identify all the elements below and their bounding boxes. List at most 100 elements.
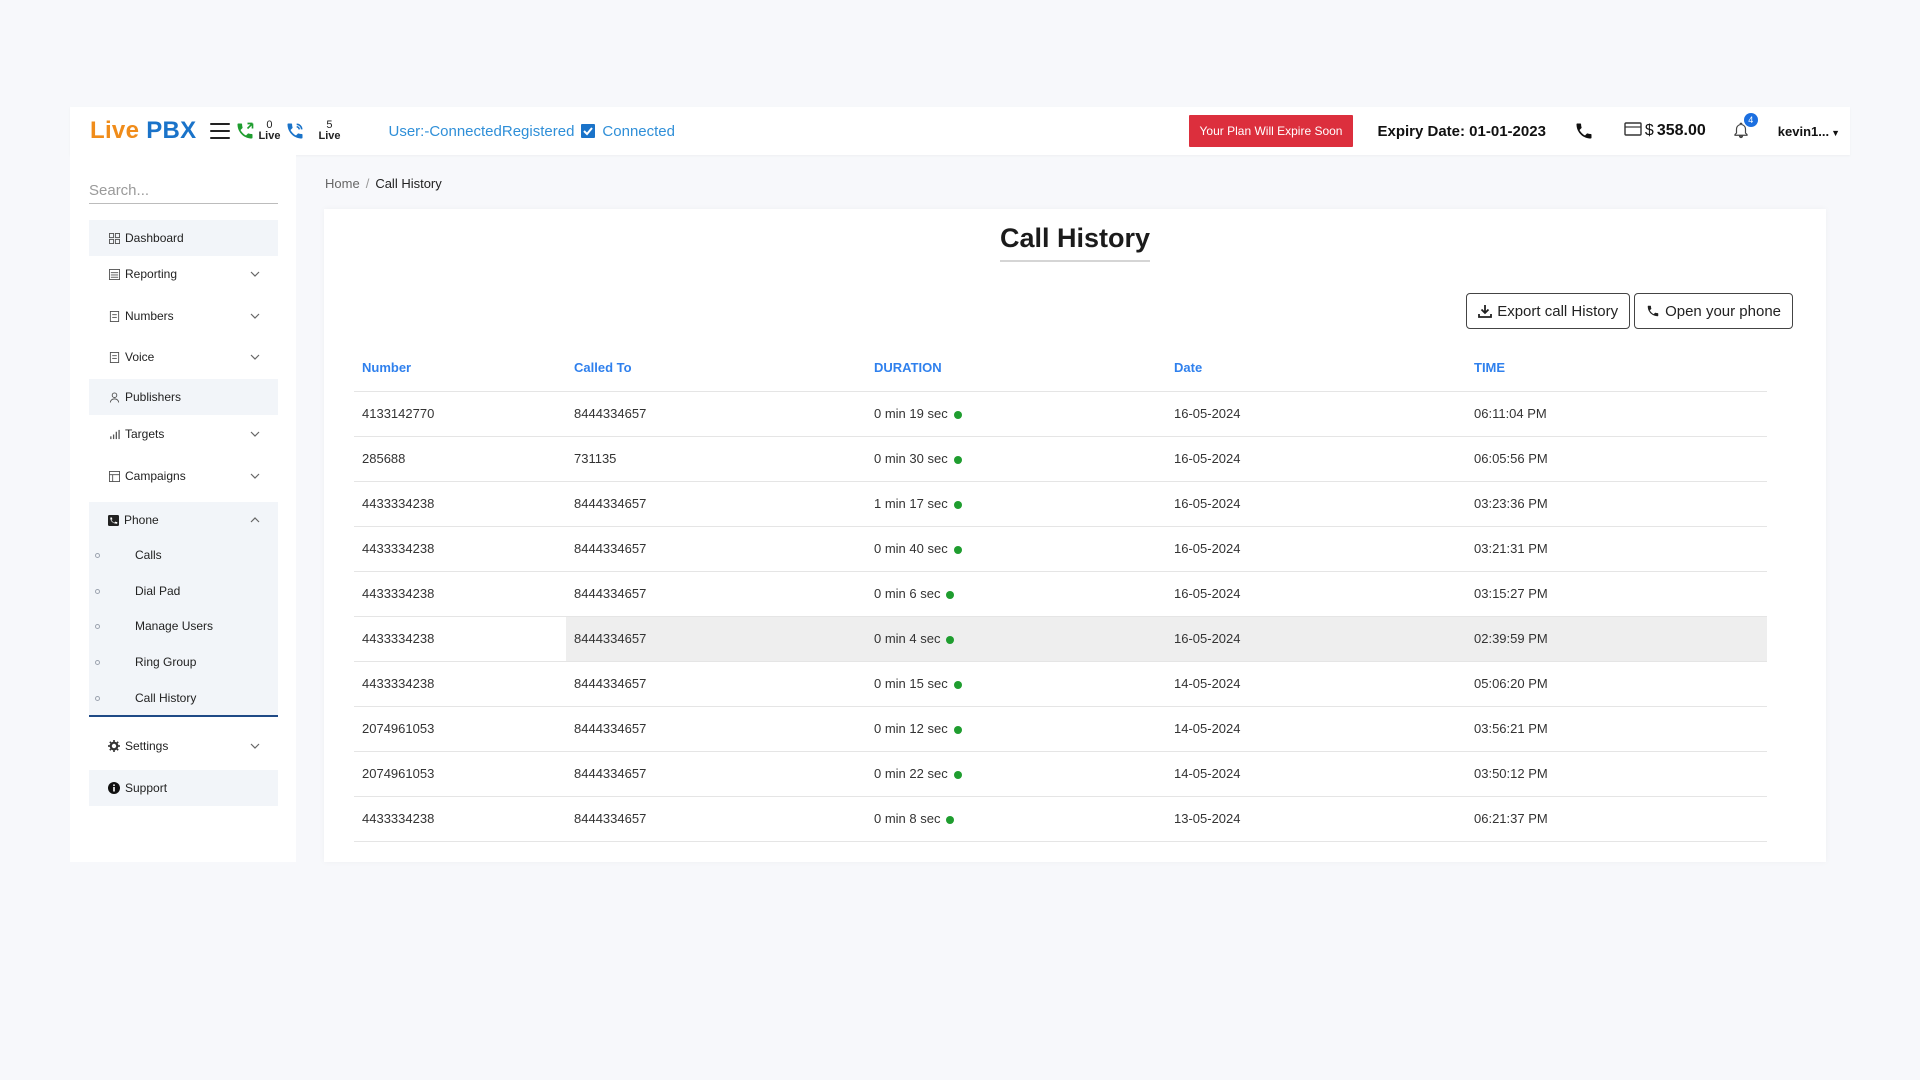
status-dot-icon: [953, 500, 962, 509]
export-call-history-button[interactable]: Export call History: [1466, 293, 1631, 329]
search-input[interactable]: [89, 178, 278, 204]
chevron-down-icon: [250, 269, 260, 279]
cell-called-to: 8444334657: [566, 706, 866, 752]
cell-date: 16-05-2024: [1166, 391, 1466, 437]
cell-time: 06:11:04 PM: [1466, 391, 1767, 437]
wallet-balance[interactable]: $ 358.00: [1624, 121, 1706, 142]
chevron-down-icon: [250, 311, 260, 321]
page-title: Call History: [324, 223, 1826, 262]
sidebar-item-voice[interactable]: Voice: [89, 339, 278, 375]
incoming-call-icon[interactable]: [234, 120, 256, 142]
cell-called-to: 8444334657: [566, 616, 866, 662]
breadcrumb-home[interactable]: Home: [325, 176, 360, 191]
duration-text: 0 min 19 sec: [874, 406, 948, 421]
phone-icon: [1646, 304, 1660, 318]
table-row[interactable]: 4433334238 8444334657 0 min 4 sec 16-05-…: [354, 616, 1767, 662]
duration-text: 0 min 30 sec: [874, 451, 948, 466]
sidebar-item-reporting[interactable]: Reporting: [89, 256, 278, 292]
table-row[interactable]: 4433334238 8444334657 1 min 17 sec 16-05…: [354, 481, 1767, 527]
checkbox-checked-icon: [580, 123, 596, 139]
sidebar-item-label: Phone: [124, 513, 159, 527]
cell-called-to: 731135: [566, 436, 866, 482]
table-row[interactable]: 4433334238 8444334657 0 min 15 sec 14-05…: [354, 661, 1767, 707]
balance-amount: 358.00: [1656, 122, 1706, 139]
submenu-item-calls[interactable]: Calls: [89, 540, 278, 570]
top-bar: Live PBX 0 Live 5 Live User:-ConnectedRe…: [70, 107, 1850, 155]
submenu-label: Ring Group: [135, 655, 197, 669]
cell-number: 4433334238: [354, 571, 566, 617]
call-history-card: Call History Export call History Open yo…: [324, 209, 1826, 862]
sidebar-item-targets[interactable]: Targets: [89, 416, 278, 452]
phone-icon[interactable]: [1574, 121, 1594, 141]
status-dot-icon: [953, 770, 962, 779]
chevron-down-icon: [250, 429, 260, 439]
phone-submenu: Calls Dial Pad Manage Users Ring Group C…: [89, 538, 278, 717]
cell-number: 4133142770: [354, 391, 566, 437]
caret-down-icon: ▼: [1831, 127, 1840, 138]
live-outgoing-count: 5 Live: [318, 120, 340, 142]
app-logo[interactable]: Live PBX: [90, 117, 196, 145]
grid-icon: [108, 232, 120, 244]
plan-expire-button[interactable]: Your Plan Will Expire Soon: [1188, 115, 1354, 147]
chevron-down-icon: [250, 471, 260, 481]
cell-date: 16-05-2024: [1166, 526, 1466, 572]
duration-text: 0 min 22 sec: [874, 766, 948, 781]
table-row[interactable]: 4433334238 8444334657 0 min 40 sec 16-05…: [354, 526, 1767, 572]
sidebar-item-campaigns[interactable]: Campaigns: [89, 458, 278, 494]
sidebar-item-support[interactable]: Support: [89, 770, 278, 806]
user-status-text: User:-ConnectedRegistered: [388, 122, 575, 140]
cell-number: 4433334238: [354, 526, 566, 572]
table-row[interactable]: 2074961053 8444334657 0 min 22 sec 14-05…: [354, 751, 1767, 797]
expiry-date: Expiry Date: 01-01-2023: [1377, 122, 1546, 140]
cell-time: 03:50:12 PM: [1466, 751, 1767, 797]
sidebar-item-dashboard[interactable]: Dashboard: [89, 220, 278, 256]
cell-called-to: 8444334657: [566, 391, 866, 437]
cell-duration: 1 min 17 sec: [866, 481, 1166, 527]
submenu-item-manage-users[interactable]: Manage Users: [89, 611, 278, 641]
circle-bullet-icon: [95, 588, 100, 594]
table-row[interactable]: 4133142770 8444334657 0 min 19 sec 16-05…: [354, 391, 1767, 437]
column-header-duration[interactable]: DURATION: [866, 345, 1166, 392]
duration-text: 0 min 6 sec: [874, 586, 941, 601]
cell-time: 05:06:20 PM: [1466, 661, 1767, 707]
table-row[interactable]: 4433334238 8444334657 0 min 8 sec 13-05-…: [354, 796, 1767, 842]
menu-toggle-icon[interactable]: [210, 123, 231, 139]
cell-time: 03:15:27 PM: [1466, 571, 1767, 617]
sidebar-item-label: Campaigns: [125, 469, 186, 483]
cell-number: 4433334238: [354, 661, 566, 707]
submenu-item-ring-group[interactable]: Ring Group: [89, 647, 278, 677]
live-incoming-count: 0 Live: [258, 120, 280, 142]
open-phone-button[interactable]: Open your phone: [1634, 293, 1793, 329]
circle-bullet-icon: [95, 623, 100, 629]
sidebar-item-publishers[interactable]: Publishers: [89, 379, 278, 415]
table-row[interactable]: 285688 731135 0 min 30 sec 16-05-2024 06…: [354, 436, 1767, 482]
sidebar: Dashboard Reporting Numbers Voice Publis…: [70, 155, 296, 862]
cell-date: 16-05-2024: [1166, 616, 1466, 662]
sidebar-item-numbers[interactable]: Numbers: [89, 298, 278, 334]
bell-icon[interactable]: 4: [1732, 113, 1758, 142]
column-header-called-to[interactable]: Called To: [566, 345, 866, 392]
open-phone-label: Open your phone: [1665, 302, 1781, 320]
info-icon: [108, 782, 120, 794]
column-header-number[interactable]: Number: [354, 345, 566, 392]
sidebar-item-label: Targets: [125, 427, 165, 441]
column-header-date[interactable]: Date: [1166, 345, 1466, 392]
connection-status-text: Connected: [602, 122, 675, 140]
user-menu[interactable]: kevin1... ▼: [1778, 124, 1840, 139]
cell-duration: 0 min 8 sec: [866, 796, 1166, 842]
table-row[interactable]: 2074961053 8444334657 0 min 12 sec 14-05…: [354, 706, 1767, 752]
cell-time: 06:21:37 PM: [1466, 796, 1767, 842]
submenu-item-call-history[interactable]: Call History: [89, 683, 278, 713]
sidebar-item-label: Voice: [125, 350, 155, 364]
submenu-item-dial-pad[interactable]: Dial Pad: [89, 576, 278, 606]
column-header-time[interactable]: TIME: [1466, 345, 1767, 392]
sidebar-item-settings[interactable]: Settings: [89, 728, 278, 764]
cell-duration: 0 min 6 sec: [866, 571, 1166, 617]
cell-called-to: 8444334657: [566, 661, 866, 707]
table-row[interactable]: 4433334238 8444334657 0 min 6 sec 16-05-…: [354, 571, 1767, 617]
cell-duration: 0 min 30 sec: [866, 436, 1166, 482]
circle-bullet-icon: [95, 659, 100, 665]
outgoing-call-icon[interactable]: [284, 120, 306, 142]
sidebar-item-phone[interactable]: Phone: [89, 502, 278, 538]
cell-date: 14-05-2024: [1166, 661, 1466, 707]
